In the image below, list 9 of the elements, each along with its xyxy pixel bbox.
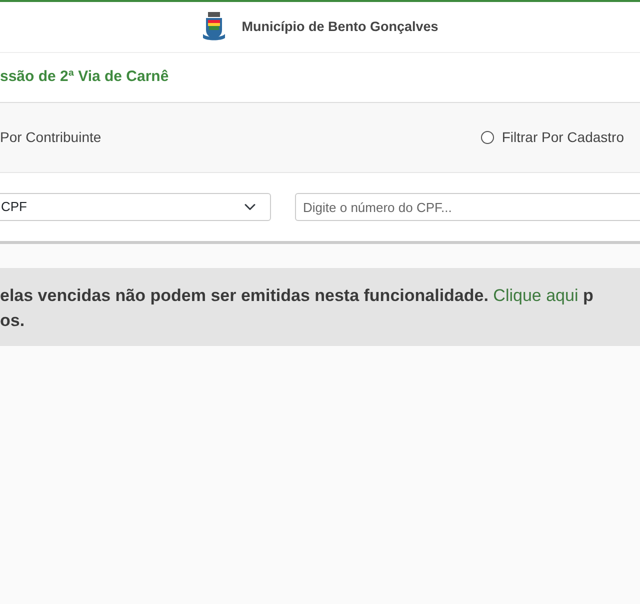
cpf-field[interactable]: Digite o número do CPF... — [295, 193, 640, 221]
page-title: ssão de 2ª Via de Carnê — [0, 67, 169, 88]
notice-link[interactable]: Clique aqui — [493, 286, 578, 305]
radio-option[interactable]: Filtrar Por Cadastro — [480, 127, 624, 148]
notice-text: elas vencidas não podem ser emitidas nesta funcionalidade. Clique aqui p os. — [0, 285, 594, 332]
radio-label[interactable]: Por Contribuinte — [0, 127, 102, 148]
type-select[interactable]: CPF — [0, 193, 271, 221]
site-title: Município de Bento Gonçalves — [242, 18, 438, 36]
crest-icon — [202, 12, 226, 42]
